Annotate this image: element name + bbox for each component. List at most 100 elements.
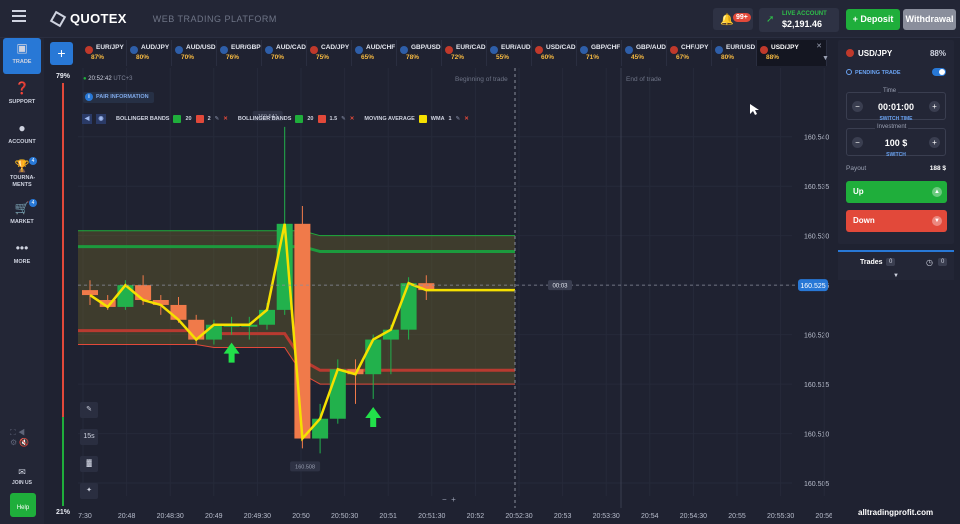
indicator-color-swatch[interactable] xyxy=(173,114,182,123)
asset-tab[interactable]: GBP/USD 78% xyxy=(397,40,442,66)
price-chart[interactable]: 160.540 160.535 160.530 160.525 160.520 160.5… xyxy=(78,68,832,524)
indicator-name[interactable]: MOVING AVERAGE xyxy=(364,116,414,122)
sidebar-item-trade[interactable]: ▣ TRADE xyxy=(3,38,41,74)
server-clock: ● 20:52:42 UTC+3 xyxy=(83,76,133,82)
flag-icon xyxy=(445,46,453,54)
asset-symbol: EUR/AUD xyxy=(501,44,531,51)
panel-pair: USD/JPY xyxy=(846,49,892,58)
deposit-button[interactable]: + Deposit xyxy=(846,9,900,30)
chart-type-icon[interactable]: ▓ xyxy=(80,456,98,472)
withdrawal-button[interactable]: Withdrawal xyxy=(903,9,956,30)
asset-tab[interactable]: AUD/JPY 80% xyxy=(127,40,172,66)
chevron-left-icon[interactable]: ◀ xyxy=(82,113,92,124)
edit-icon[interactable]: ✎ xyxy=(456,116,461,122)
indicator-color-swatch[interactable] xyxy=(418,114,427,123)
pencil-icon[interactable]: ✎ xyxy=(80,402,98,418)
asset-payout: 76% xyxy=(226,54,240,61)
switch-link[interactable]: SWITCH xyxy=(847,152,945,158)
join-us-button[interactable]: ✉ JOIN US xyxy=(6,462,38,486)
timezone: UTC+3 xyxy=(113,76,133,82)
close-icon[interactable]: ✕ xyxy=(223,116,228,122)
deposit-label: Deposit xyxy=(860,14,894,24)
time-increase-button[interactable]: + xyxy=(929,101,940,112)
sidebar-item-more[interactable]: ••• MORE xyxy=(3,238,41,274)
flag-icon xyxy=(355,46,363,54)
edit-icon[interactable]: ✎ xyxy=(215,116,220,122)
indicator-name[interactable]: BOLLINGER BANDS xyxy=(116,116,169,122)
logo-mark-icon xyxy=(49,10,67,27)
down-button[interactable]: Down ▼ xyxy=(846,210,947,232)
asset-tab[interactable]: USD/JPY 88% ✕ xyxy=(757,40,827,66)
fullscreen-icon[interactable]: ⛶ ◀ ⚙ 🔇 xyxy=(10,428,29,447)
indicator-color-swatch[interactable] xyxy=(295,114,304,123)
indicator-color-swatch[interactable] xyxy=(317,114,326,123)
sidebar-item-account[interactable]: ● ACCOUNT xyxy=(3,118,41,154)
asset-symbol: USD/JPY xyxy=(771,44,799,51)
up-button[interactable]: Up ▲ xyxy=(846,181,947,203)
asset-tab[interactable]: USD/CAD 60% xyxy=(532,40,577,66)
switch-time-link[interactable]: SWITCH TIME xyxy=(847,116,945,122)
asset-tab[interactable]: EUR/CAD 72% xyxy=(442,40,487,66)
chevron-down-icon[interactable]: ▼ xyxy=(822,55,829,62)
asset-tab[interactable]: AUD/CAD 70% xyxy=(262,40,307,66)
flag-icon xyxy=(400,46,408,54)
close-icon[interactable]: ✕ xyxy=(350,116,355,122)
timeframe-button[interactable]: 15s xyxy=(80,429,98,445)
sidebar-item-support[interactable]: ❓ SUPPORT xyxy=(3,78,41,114)
eye-icon[interactable]: ◉ xyxy=(96,113,106,124)
asset-tab[interactable]: GBP/AUD 45% xyxy=(622,40,667,66)
pair-information-button[interactable]: i PAIR INFORMATION xyxy=(83,92,154,103)
notifications-button[interactable]: 🔔 99+ xyxy=(713,8,753,30)
asset-tab[interactable]: EUR/USD 80% xyxy=(712,40,757,66)
asset-tab[interactable]: AUD/USD 70% xyxy=(172,40,217,66)
account-switcher[interactable]: ➚ LIVE ACCOUNT $2,191.46 xyxy=(759,8,839,32)
tournaments-badge: 4 xyxy=(29,157,37,165)
flag-icon xyxy=(85,46,93,54)
sidebar-item-label: MARKET xyxy=(10,219,34,225)
asset-tab[interactable]: CHF/JPY 67% xyxy=(667,40,712,66)
add-asset-button[interactable]: + xyxy=(50,42,73,65)
indicator-color-swatch[interactable] xyxy=(195,114,204,123)
asset-symbol: GBP/USD xyxy=(411,44,441,51)
indicators-icon[interactable]: ✦ xyxy=(80,483,98,499)
help-button[interactable]: Help xyxy=(10,493,36,517)
asset-payout: 87% xyxy=(91,54,105,61)
asset-tab[interactable]: EUR/GBP 76% xyxy=(217,40,262,66)
close-icon[interactable]: ✕ xyxy=(464,116,469,122)
investment-increase-button[interactable]: + xyxy=(929,137,940,148)
chart-icon: ▣ xyxy=(16,41,28,55)
notifications-badge: 99+ xyxy=(733,13,751,22)
trades-tab[interactable]: Trades 0 ◷ 0 ▼ xyxy=(838,250,954,280)
indicator-name[interactable]: BOLLINGER BANDS xyxy=(238,116,291,122)
edit-icon[interactable]: ✎ xyxy=(341,116,346,122)
trades-label: Trades xyxy=(860,259,883,266)
asset-tab[interactable]: AUD/CHF 65% xyxy=(352,40,397,66)
asset-payout: 75% xyxy=(316,54,330,61)
price-tick-label: 160.520 xyxy=(804,333,829,340)
sidebar-item-label: TOURNA-MENTS xyxy=(10,175,36,188)
investment-field[interactable]: Investment − 100 $ + SWITCH xyxy=(846,124,946,158)
dots-icon: ••• xyxy=(15,241,29,255)
sidebar-item-market[interactable]: 🛒 4 MARKET xyxy=(3,198,41,234)
pending-trade-toggle[interactable] xyxy=(932,68,946,76)
asset-tab[interactable]: EUR/AUD 55% xyxy=(487,40,532,66)
asset-tab[interactable]: GBP/CHF 71% xyxy=(577,40,622,66)
time-field[interactable]: Time − 00:01:00 + SWITCH TIME xyxy=(846,88,946,122)
time-tick-label: 20:49 xyxy=(205,513,223,520)
pending-clock-icon[interactable]: ◷ xyxy=(926,258,933,267)
asset-tab[interactable]: EUR/JPY 87% xyxy=(82,40,127,66)
asset-symbol: EUR/JPY xyxy=(96,44,124,51)
sidebar-item-label: TRADE xyxy=(12,59,32,65)
asset-tab[interactable]: CAD/JPY 75% xyxy=(307,40,352,66)
logo[interactable]: QUOTEX WEB TRADING PLATFORM xyxy=(49,10,277,27)
close-icon[interactable]: ✕ xyxy=(816,42,822,50)
beginning-of-trade-label: Beginning of trade xyxy=(455,76,508,83)
zoom-controls[interactable]: − + xyxy=(442,495,456,504)
platform-subtitle: WEB TRADING PLATFORM xyxy=(152,13,277,24)
sidebar-item-tournaments[interactable]: 🏆 4 TOURNA-MENTS xyxy=(3,156,41,192)
sentiment-bar-down xyxy=(62,417,64,506)
time-tick-label: 20:54:30 xyxy=(680,513,707,520)
chevron-down-icon[interactable]: ▼ xyxy=(893,273,899,279)
hamburger-menu-icon[interactable] xyxy=(12,10,26,22)
flag-icon xyxy=(846,49,854,57)
